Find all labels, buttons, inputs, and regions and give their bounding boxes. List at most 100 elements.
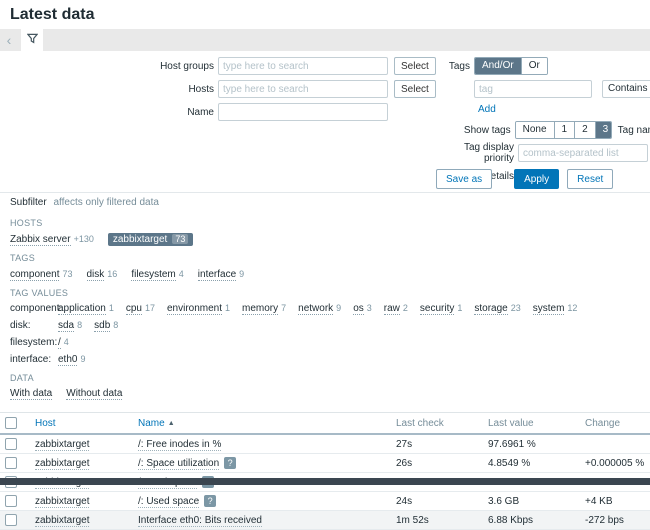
tag-value-group-name: component: (10, 302, 58, 315)
name-column-sort-link[interactable]: Name (138, 418, 165, 429)
tag-value-count: 7 (281, 303, 286, 313)
show-tags-option[interactable]: 3 (595, 122, 612, 138)
tags-operator-option[interactable]: Or (521, 58, 547, 74)
hosts-input[interactable] (218, 80, 388, 98)
tag-value-count: 1 (109, 303, 114, 313)
tags-operator-option[interactable]: And/Or (475, 58, 521, 74)
subfilter-tag-link: filesystem (131, 269, 175, 281)
column-header-last-value: Last value (483, 413, 580, 435)
subfilter-tag-link: interface (198, 269, 236, 281)
tag-value-count: 8 (113, 320, 118, 330)
change-cell: +0.000005 % (580, 454, 650, 473)
last-value-cell: 6.88 Kbps (483, 511, 580, 530)
column-header-host: Host (30, 413, 133, 435)
select-all-cell (0, 413, 30, 435)
name-cell: /: Free inodes in % (133, 434, 391, 454)
subfilter-title: Subfilter (10, 197, 47, 208)
data-filter-item[interactable]: With data (10, 388, 52, 400)
select-all-checkbox[interactable] (5, 417, 17, 429)
name-cell: /: Space utilization? (133, 454, 391, 473)
row-checkbox[interactable] (5, 457, 17, 469)
row-checkbox[interactable] (5, 514, 17, 526)
data-filter-item[interactable]: Without data (66, 388, 122, 400)
host-link[interactable]: zabbixtarget (35, 458, 89, 470)
tag-value-group-name: interface: (10, 353, 58, 366)
hosts-section-label: HOSTS (10, 218, 640, 228)
tag-input[interactable] (474, 80, 592, 98)
tag-value-item[interactable]: application1 (58, 302, 114, 315)
tag-value-item[interactable]: system12 (533, 302, 578, 315)
name-input[interactable] (218, 103, 388, 121)
tag-value-item[interactable]: sda8 (58, 319, 82, 332)
tag-match-select[interactable]: Contains (602, 80, 650, 98)
last-check-cell: 27s (391, 434, 483, 454)
chip-count: 73 (172, 234, 188, 244)
show-tags-label: Show tags (440, 125, 515, 136)
tag-value-item[interactable]: os3 (353, 302, 372, 315)
show-tags-option[interactable]: 1 (554, 122, 575, 138)
row-checkbox[interactable] (5, 495, 17, 507)
subfilter-tag-count: 9 (239, 269, 244, 279)
tag-value-item[interactable]: cpu17 (126, 302, 155, 315)
page-title: Latest data (0, 0, 650, 29)
hint-icon[interactable]: ? (204, 495, 216, 507)
tag-values-section-label: TAG VALUES (10, 288, 640, 298)
save-as-button[interactable]: Save as (436, 169, 492, 189)
apply-button[interactable]: Apply (514, 169, 559, 189)
tag-value-item[interactable]: security1 (420, 302, 462, 315)
add-tag-link[interactable]: Add (478, 104, 496, 115)
host-link[interactable]: zabbixtarget (35, 515, 89, 527)
table-row: zabbixtarget Interface eth0: Bits receive… (0, 511, 650, 530)
name-cell: /: Used space? (133, 492, 391, 511)
subfilter-host-chip-selected[interactable]: zabbixtarget73 (108, 233, 194, 246)
tag-display-priority-input[interactable] (518, 144, 648, 162)
tag-value-group: component:application1 cpu17 environment1 m… (10, 302, 640, 315)
collapse-filter-button[interactable]: ‹ (0, 29, 18, 51)
host-link[interactable]: zabbixtarget (35, 496, 89, 508)
host-link[interactable]: zabbixtarget (35, 439, 89, 451)
filter-tab[interactable] (21, 29, 43, 51)
tag-value-list: eth09 (58, 353, 85, 366)
tag-value-count: 1 (457, 303, 462, 313)
host-groups-label: Host groups (0, 61, 218, 72)
host-groups-input[interactable] (218, 57, 388, 75)
item-name-link[interactable]: /: Used space (138, 496, 199, 508)
host-groups-select-button[interactable]: Select (394, 57, 436, 75)
hint-icon[interactable]: ? (224, 457, 236, 469)
row-checkbox[interactable] (5, 438, 17, 450)
subfilter-host-item[interactable]: Zabbix server+130 (10, 234, 94, 245)
tag-value-link: memory (242, 303, 278, 315)
tag-value-item[interactable]: memory7 (242, 302, 286, 315)
subfilter-tags-row: component73 disk16 filesystem4 interface9 (10, 267, 640, 281)
show-tags-option[interactable]: 2 (574, 122, 595, 138)
host-column-sort-link[interactable]: Host (35, 418, 56, 429)
tag-value-group: disk:sda8sdb8 (10, 319, 640, 332)
tag-value-link: system (533, 303, 565, 315)
tag-value-item[interactable]: /4 (58, 336, 69, 349)
tag-value-item[interactable]: network9 (298, 302, 341, 315)
tag-value-item[interactable]: eth09 (58, 353, 85, 366)
subfilter-tag-item[interactable]: disk16 (87, 269, 118, 280)
tag-value-count: 23 (511, 303, 521, 313)
subfilter-tag-item[interactable]: component73 (10, 269, 73, 280)
filter-funnel-icon (27, 33, 38, 47)
subfilter-data-row: With data Without data (10, 387, 640, 401)
item-name-link[interactable]: Interface eth0: Bits received (138, 515, 262, 527)
subfilter-tag-item[interactable]: filesystem4 (131, 269, 183, 280)
item-name-link[interactable]: /: Free inodes in % (138, 439, 221, 451)
tag-value-list: sda8 sdb8 (58, 319, 118, 332)
column-header-last-check: Last check (391, 413, 483, 435)
show-tags-option[interactable]: None (516, 122, 554, 138)
tag-value-link: storage (474, 303, 507, 315)
subfilter-tag-item[interactable]: interface9 (198, 269, 244, 280)
reset-button[interactable]: Reset (567, 169, 613, 189)
item-name-link[interactable]: /: Space utilization (138, 458, 219, 470)
tag-value-link: eth0 (58, 354, 77, 366)
tag-value-item[interactable]: raw2 (384, 302, 408, 315)
hosts-select-button[interactable]: Select (394, 80, 436, 98)
tag-value-item[interactable]: sdb8 (94, 319, 118, 332)
tag-value-item[interactable]: environment1 (167, 302, 230, 315)
tag-value-item[interactable]: storage 23 (474, 302, 520, 315)
tag-value-list: /4 (58, 336, 69, 349)
bottom-bar (0, 478, 650, 485)
